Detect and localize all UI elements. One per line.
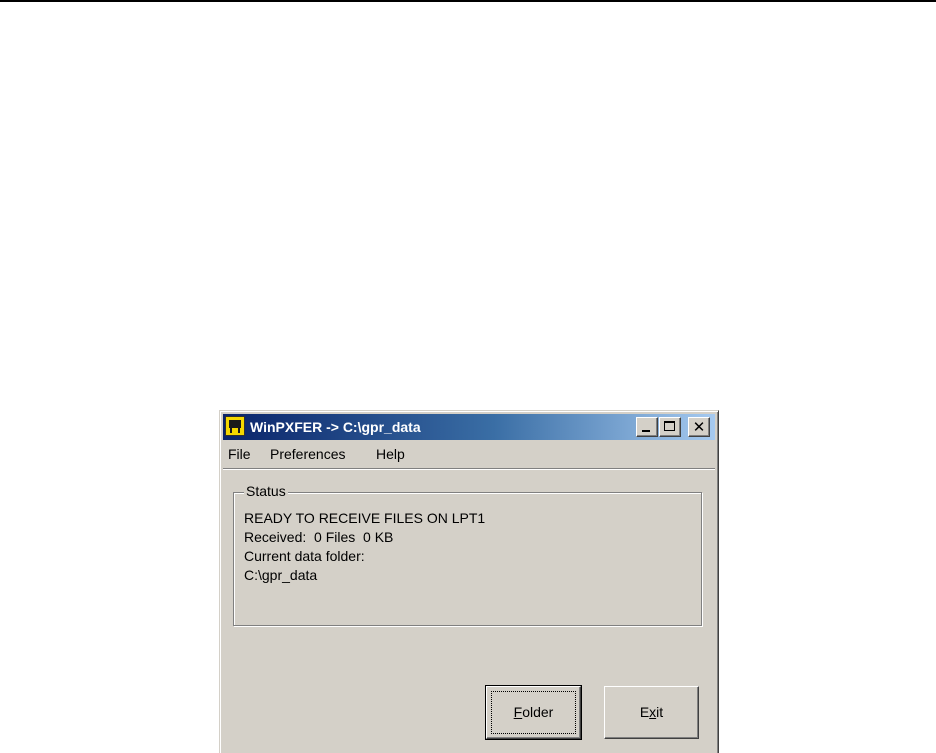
page-top-rule [0, 0, 936, 2]
minimize-button[interactable] [636, 417, 658, 437]
menu-help[interactable]: Help [376, 446, 405, 462]
folder-button-label: Folder [513, 704, 554, 720]
maximize-icon [664, 421, 675, 431]
app-window: WinPXFER -> C:\gpr_data ✕ File Preferenc… [219, 410, 719, 753]
exit-button-label: Exit [639, 704, 664, 720]
close-icon: ✕ [692, 418, 706, 436]
status-ready-text: READY TO RECEIVE FILES ON LPT1 [244, 510, 486, 526]
title-bar[interactable]: WinPXFER -> C:\gpr_data ✕ [223, 414, 715, 440]
status-folder-path: C:\gpr_data [244, 567, 318, 583]
status-folder-label: Current data folder: [244, 548, 365, 564]
exit-button[interactable]: Exit [604, 686, 699, 739]
status-group-label: Status [244, 483, 288, 499]
menu-bar: File Preferences Help [223, 443, 715, 465]
menu-preferences[interactable]: Preferences [270, 446, 345, 462]
folder-button[interactable]: Folder [485, 685, 582, 740]
maximize-button[interactable] [659, 417, 681, 437]
printer-icon[interactable] [225, 416, 245, 436]
close-button[interactable]: ✕ [688, 417, 710, 437]
status-received-text: Received: 0 Files 0 KB [244, 529, 394, 545]
minimize-icon [642, 430, 650, 432]
menu-separator [223, 468, 715, 470]
status-group: Status READY TO RECEIVE FILES ON LPT1 Re… [233, 483, 702, 626]
menu-file[interactable]: File [228, 446, 251, 462]
window-title: WinPXFER -> C:\gpr_data [250, 419, 421, 435]
